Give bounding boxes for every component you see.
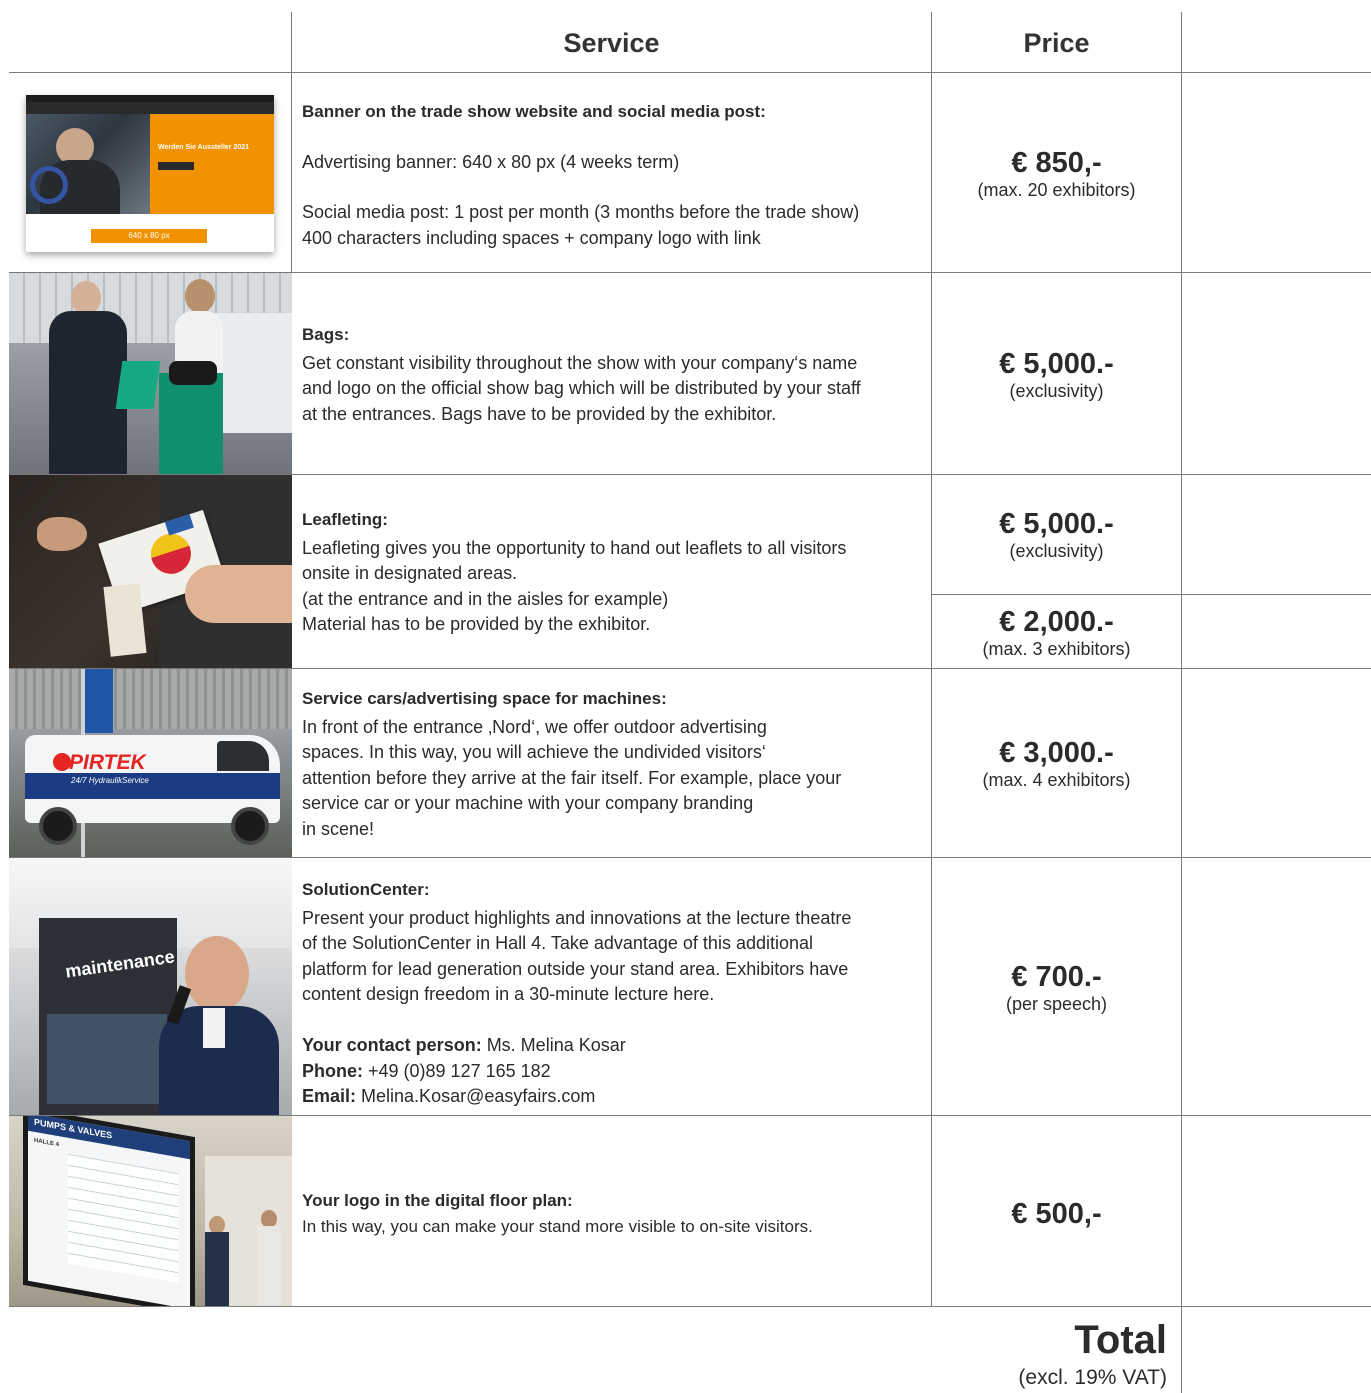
service-banner: Banner on the trade show website and soc…	[302, 99, 922, 251]
service-line: (at the entrance and in the aisles for e…	[302, 588, 669, 609]
van-tagline: 24/7 HydraulikService	[71, 776, 149, 785]
service-line: in scene!	[302, 818, 375, 839]
service-line: Present your product highlights and inno…	[302, 907, 852, 928]
service-title: Banner on the trade show website and soc…	[302, 102, 766, 121]
service-line: attention before they arrive at the fair…	[302, 767, 842, 788]
total-label: Total	[1074, 1318, 1167, 1362]
price-note: (exclusivity)	[1009, 541, 1104, 561]
price-solutioncenter: € 700.- (per speech)	[932, 961, 1181, 1015]
service-line: Social media post: 1 post per month (3 m…	[302, 202, 860, 223]
price-amount: € 850,-	[1011, 147, 1102, 179]
service-line: Get constant visibility throughout the s…	[302, 352, 858, 373]
service-line: content design freedom in a 30-minute le…	[302, 984, 715, 1005]
service-title: Bags:	[302, 325, 350, 344]
price-amount: € 700.-	[1011, 961, 1102, 993]
price-note: (exclusivity)	[1009, 381, 1104, 401]
service-line: 400 characters including spaces + compan…	[302, 227, 761, 248]
website-banner-mockup: Werden Sie Aussteller 2021 640 x 80 px	[26, 95, 274, 252]
contact-phone: Phone: +49 (0)89 127 165 182	[302, 1059, 922, 1085]
service-line: and logo on the official show bag which …	[302, 378, 861, 399]
price-amount: € 5,000.-	[999, 348, 1114, 380]
bags-photo	[9, 273, 292, 474]
service-bags: Bags: Get constant visibility throughout…	[302, 322, 922, 427]
service-line: Advertising banner: 640 x 80 px (4 weeks…	[302, 151, 680, 172]
service-cars: Service cars/advertising space for machi…	[302, 686, 922, 843]
service-line: at the entrances. Bags have to be provid…	[302, 403, 777, 424]
price-note: (max. 4 exhibitors)	[982, 770, 1131, 790]
contact-email-value[interactable]: Melina.Kosar@easyfairs.com	[356, 1086, 595, 1106]
service-line: Material has to be provided by the exhib…	[302, 614, 651, 635]
service-title: Service cars/advertising space for machi…	[302, 689, 667, 708]
total-note: (excl. 19% VAT)	[1018, 1366, 1167, 1389]
floor-plan-photo: PUMPS & VALVES HALLE 4	[9, 1116, 292, 1306]
mockup-banner-label: 640 x 80 px	[91, 229, 207, 243]
grid-vline-3	[1181, 12, 1182, 1393]
contact-person-value: Ms. Melina Kosar	[481, 1034, 626, 1055]
price-leafleting-shared: € 2,000.- (max. 3 exhibitors)	[932, 606, 1181, 660]
service-van-photo: PIRTEK 24/7 HydraulikService	[9, 669, 292, 857]
solutioncenter-photo: maintenance	[9, 858, 292, 1115]
service-title: Leafleting:	[302, 510, 388, 529]
price-note: (max. 3 exhibitors)	[982, 639, 1131, 659]
service-title: Your logo in the digital floor plan:	[302, 1191, 573, 1210]
column-header-service: Service	[563, 28, 660, 58]
service-line: spaces. In this way, you will achieve th…	[302, 742, 766, 763]
column-header-price: Price	[1023, 28, 1090, 58]
price-bags: € 5,000.- (exclusivity)	[932, 348, 1181, 402]
wall-label: maintenance	[64, 946, 176, 982]
floor-plan-hall: HALLE 4	[34, 1137, 60, 1149]
contact-email-label: Email:	[302, 1086, 357, 1107]
price-floor-plan: € 500,-	[932, 1198, 1181, 1230]
service-leafleting: Leafleting: Leafleting gives you the opp…	[302, 507, 922, 638]
grid-hline-row6	[9, 1306, 1371, 1307]
mockup-headline: Werden Sie Aussteller 2021	[158, 144, 250, 151]
price-amount: € 2,000.-	[999, 606, 1114, 638]
service-solutioncenter: SolutionCenter: Present your product hig…	[302, 877, 922, 1110]
service-line: service car or your machine with your co…	[302, 793, 754, 814]
service-line: platform for lead generation outside you…	[302, 958, 849, 979]
van-brand: PIRTEK	[69, 751, 146, 774]
grid-hline-header	[9, 72, 1371, 73]
service-floor-plan: Your logo in the digital floor plan: In …	[302, 1188, 922, 1239]
contact-email: Email: Melina.Kosar@easyfairs.com	[302, 1084, 922, 1110]
price-amount: € 500,-	[1011, 1198, 1102, 1230]
price-amount: € 3,000.-	[999, 737, 1114, 769]
service-line: of the SolutionCenter in Hall 4. Take ad…	[302, 933, 814, 954]
service-line: onsite in designated areas.	[302, 563, 518, 584]
contact-person: Your contact person: Ms. Melina Kosar	[302, 1033, 922, 1059]
price-note: (per speech)	[1005, 994, 1108, 1014]
service-line: Leafleting gives you the opportunity to …	[302, 537, 847, 558]
service-line: In front of the entrance ‚Nord‘, we offe…	[302, 716, 767, 737]
service-title: SolutionCenter:	[302, 880, 430, 899]
contact-phone-label: Phone:	[302, 1060, 363, 1081]
price-leafleting-exclusive: € 5,000.- (exclusivity)	[932, 508, 1181, 562]
grid-hline-row3-split	[931, 594, 1371, 595]
contact-phone-value: +49 (0)89 127 165 182	[363, 1060, 551, 1081]
leafleting-photo	[9, 475, 292, 668]
service-line: In this way, you can make your stand mor…	[302, 1216, 813, 1236]
price-amount: € 5,000.-	[999, 508, 1114, 540]
price-note: (max. 20 exhibitors)	[977, 180, 1136, 200]
contact-person-label: Your contact person:	[302, 1034, 482, 1055]
price-banner: € 850,- (max. 20 exhibitors)	[932, 147, 1181, 201]
price-service-cars: € 3,000.- (max. 4 exhibitors)	[932, 737, 1181, 791]
